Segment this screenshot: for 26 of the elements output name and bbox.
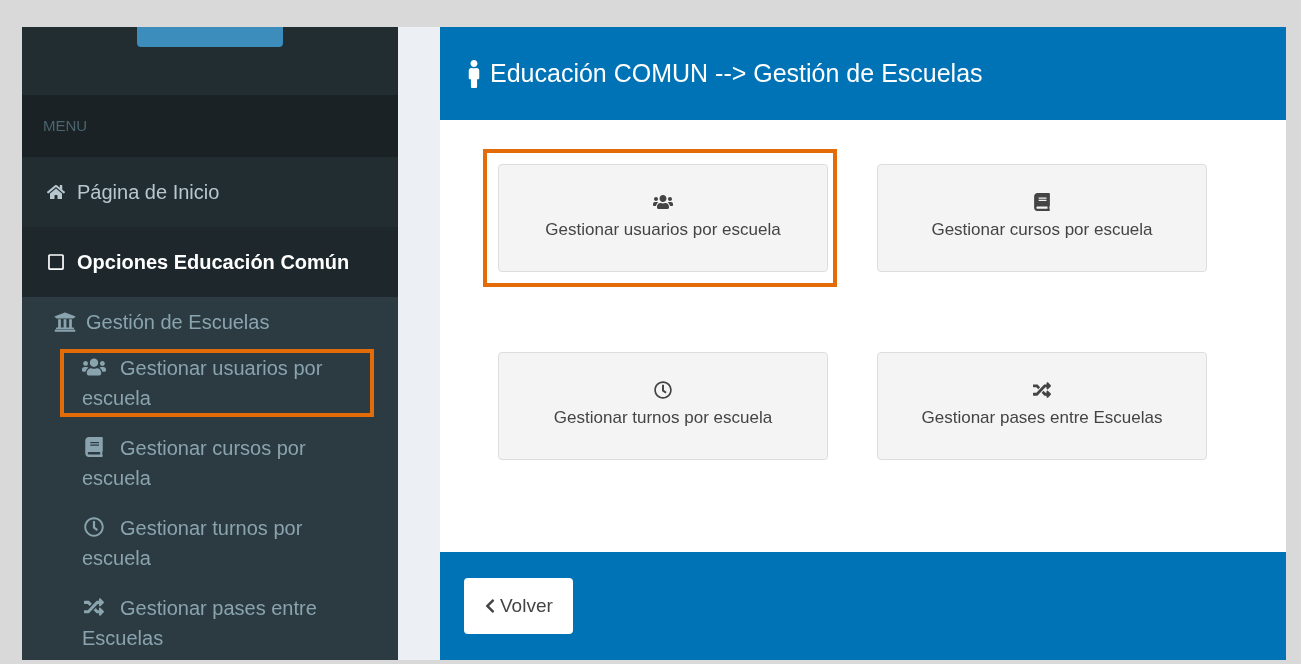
shuffle-icon [1032,381,1052,400]
back-button[interactable]: Volver [464,578,573,634]
book-icon [1032,193,1052,212]
users-icon [82,357,106,377]
sidebar-subitem[interactable]: Gestionar turnos por escuela [62,511,372,575]
panel-title: Educación COMUN --> Gestión de Escuelas [490,57,983,89]
sidebar-subitem[interactable]: Gestionar usuarios por escuela [62,351,372,415]
building-icon [52,311,78,333]
sidebar-item[interactable]: Página de Inicio [22,157,398,227]
tile-button[interactable]: Gestionar usuarios por escuela [498,164,828,272]
users-icon [653,193,673,212]
sidebar-item[interactable]: Opciones Educación Común [22,227,398,297]
menu-header: MENU [43,115,88,136]
sidebar-group[interactable]: Gestión de Escuelas [52,307,398,337]
shuffle-icon [82,597,106,617]
chevron-left-icon [484,598,496,614]
clock-icon [653,381,673,400]
tile-button[interactable]: Gestionar cursos por escuela [877,164,1207,272]
tile-button[interactable]: Gestionar pases entre Escuelas [877,352,1207,460]
home-icon [47,183,65,201]
tile-button[interactable]: Gestionar turnos por escuela [498,352,828,460]
book-icon [82,437,106,457]
clock-icon [82,517,106,537]
sidebar-top-button[interactable] [137,27,283,47]
sidebar-subitem[interactable]: Gestionar cursos por escuela [62,431,372,495]
sidebar-subitem[interactable]: Gestionar pases entre Escuelas [62,591,372,655]
